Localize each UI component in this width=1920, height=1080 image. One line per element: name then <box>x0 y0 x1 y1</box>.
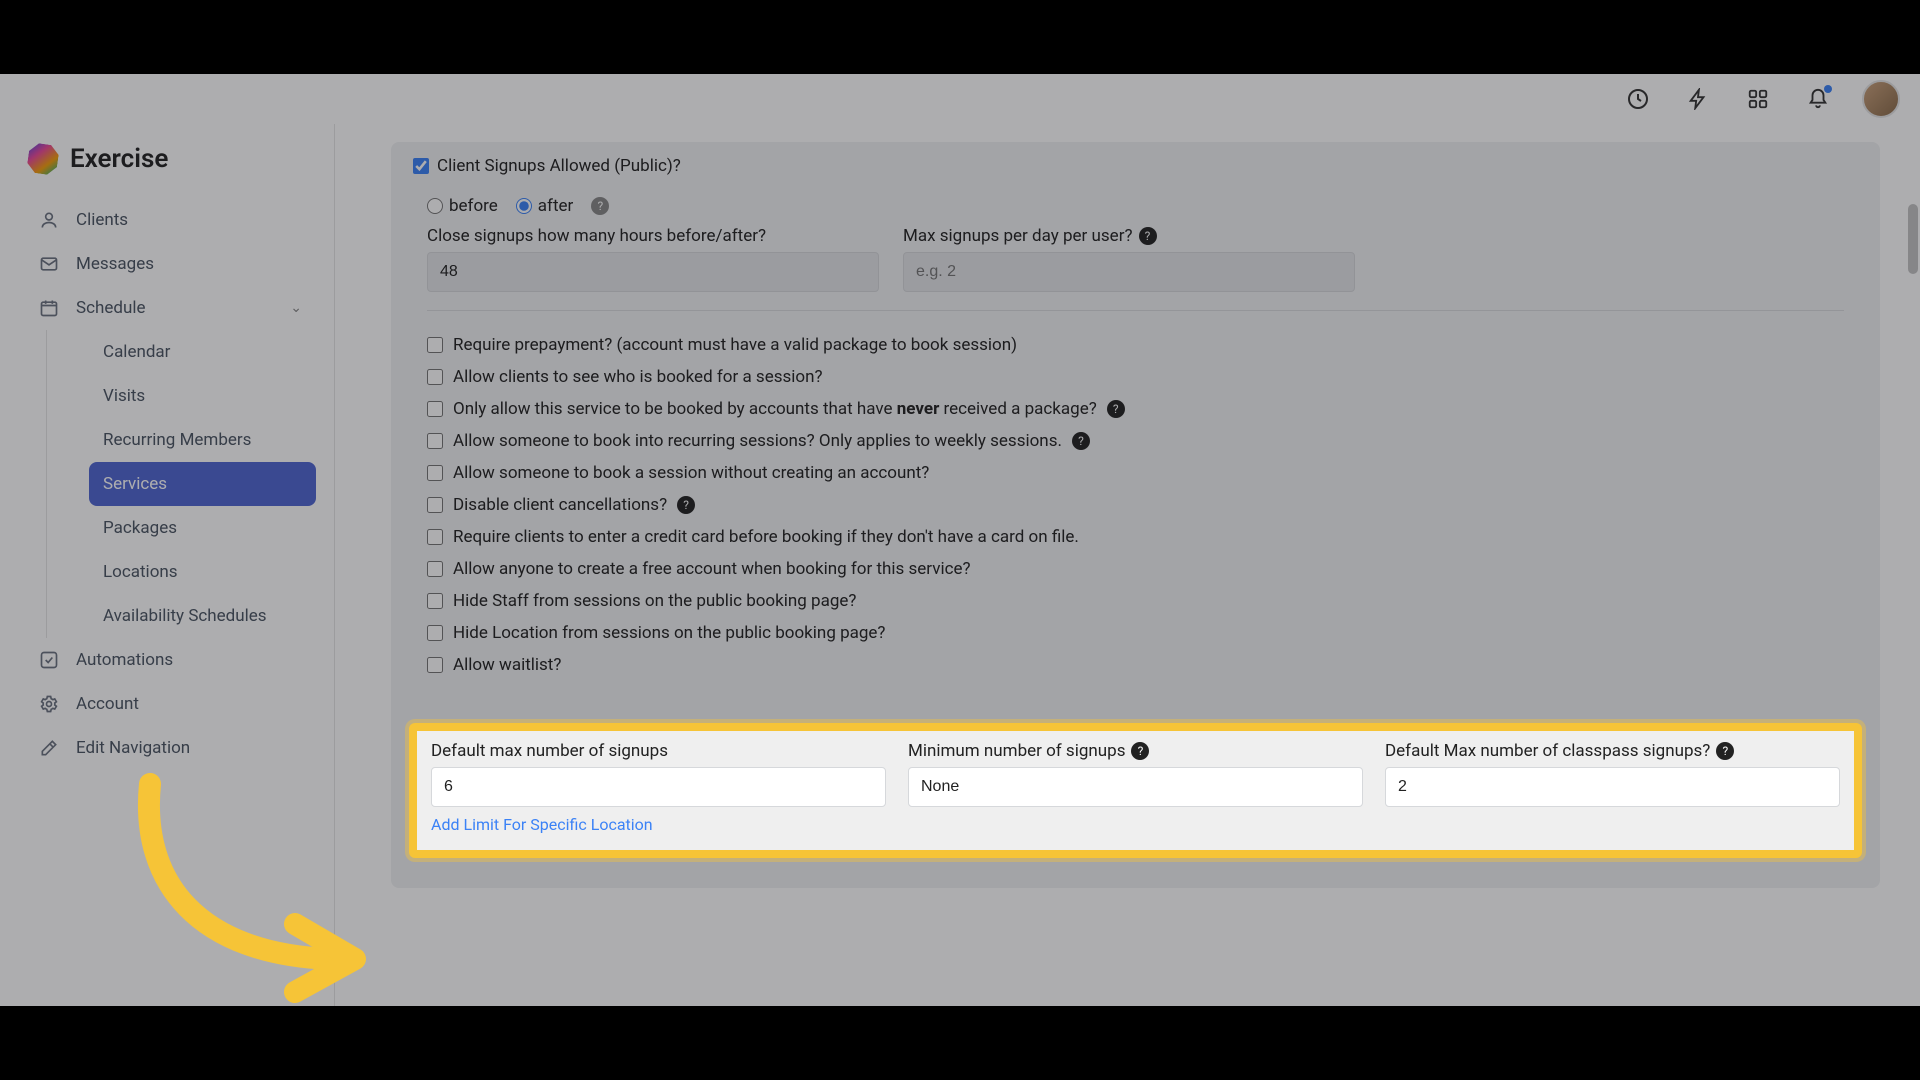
checkbox-label: Allow anyone to create a free account wh… <box>453 559 971 579</box>
sidebar-item-label: Recurring Members <box>103 430 251 450</box>
help-icon[interactable]: ? <box>1131 742 1149 760</box>
edit-icon <box>38 737 60 759</box>
sidebar-item-label: Edit Navigation <box>76 738 190 758</box>
after-label: after <box>538 196 574 216</box>
calendar-icon <box>38 297 60 319</box>
checkbox-label: Allow someone to book a session without … <box>453 463 929 483</box>
sidebar-item-label: Account <box>76 694 139 714</box>
max-per-day-input[interactable] <box>903 252 1355 292</box>
notification-dot <box>1824 85 1832 93</box>
bell-icon[interactable] <box>1802 83 1834 115</box>
sidebar-item-messages[interactable]: Messages <box>24 242 316 286</box>
after-radio[interactable] <box>516 198 532 214</box>
checkbox-label: Disable client cancellations? <box>453 495 667 515</box>
brand-logo-icon <box>26 142 60 176</box>
sidebar-item-recurring-members[interactable]: Recurring Members <box>89 418 316 462</box>
free-account-checkbox[interactable] <box>427 561 443 577</box>
close-hours-input[interactable] <box>427 252 879 292</box>
mail-icon <box>38 253 60 275</box>
allow-waitlist-checkbox[interactable] <box>427 657 443 673</box>
gear-icon <box>38 693 60 715</box>
default-max-label: Default max number of signups <box>431 741 886 761</box>
client-signups-checkbox[interactable] <box>413 158 429 174</box>
brand-name: Exercise <box>70 144 168 174</box>
sidebar-item-label: Packages <box>103 518 177 538</box>
sidebar-item-label: Locations <box>103 562 178 582</box>
see-who-booked-checkbox[interactable] <box>427 369 443 385</box>
check-square-icon <box>38 649 60 671</box>
disable-cancellations-checkbox[interactable] <box>427 497 443 513</box>
sidebar-item-calendar[interactable]: Calendar <box>89 330 316 374</box>
client-signups-label: Client Signups Allowed (Public)? <box>437 156 681 176</box>
sidebar-item-label: Clients <box>76 210 128 230</box>
help-icon[interactable]: ? <box>1072 432 1090 450</box>
checkbox-label: Allow someone to book into recurring ses… <box>453 431 1062 451</box>
help-icon[interactable]: ? <box>1139 227 1157 245</box>
checkbox-label: Only allow this service to be booked by … <box>453 399 1097 419</box>
signup-limits-highlight: Default max number of signups Minimum nu… <box>409 723 1862 858</box>
require-credit-card-checkbox[interactable] <box>427 529 443 545</box>
sidebar-item-locations[interactable]: Locations <box>89 550 316 594</box>
person-icon <box>38 209 60 231</box>
max-per-day-label: Max signups per day per user? <box>903 226 1133 246</box>
clock-icon[interactable] <box>1622 83 1654 115</box>
chevron-down-icon: ⌄ <box>290 300 302 316</box>
brand: Exercise <box>24 134 316 198</box>
min-signups-label: Minimum number of signups <box>908 741 1125 761</box>
before-label: before <box>449 196 498 216</box>
settings-panel: Client Signups Allowed (Public)? before … <box>391 142 1880 888</box>
sidebar-item-visits[interactable]: Visits <box>89 374 316 418</box>
scrollbar-thumb[interactable] <box>1908 204 1918 274</box>
hide-location-checkbox[interactable] <box>427 625 443 641</box>
classpass-max-label: Default Max number of classpass signups? <box>1385 741 1710 761</box>
help-icon[interactable]: ? <box>1716 742 1734 760</box>
sidebar-item-automations[interactable]: Automations <box>24 638 316 682</box>
bolt-icon[interactable] <box>1682 83 1714 115</box>
help-icon[interactable]: ? <box>591 197 609 215</box>
sidebar: Exercise Clients Messages Schedule ⌄ <box>0 124 335 1006</box>
before-radio[interactable] <box>427 198 443 214</box>
checkbox-label: Require prepayment? (account must have a… <box>453 335 1017 355</box>
sidebar-item-label: Schedule <box>76 298 145 318</box>
classpass-max-input[interactable] <box>1385 767 1840 807</box>
sidebar-item-label: Calendar <box>103 342 170 362</box>
apps-grid-icon[interactable] <box>1742 83 1774 115</box>
default-max-input[interactable] <box>431 767 886 807</box>
book-without-account-checkbox[interactable] <box>427 465 443 481</box>
checkbox-label: Hide Location from sessions on the publi… <box>453 623 885 643</box>
sidebar-item-label: Automations <box>76 650 173 670</box>
help-icon[interactable]: ? <box>1107 400 1125 418</box>
sidebar-item-clients[interactable]: Clients <box>24 198 316 242</box>
sidebar-item-services[interactable]: Services <box>89 462 316 506</box>
hide-staff-checkbox[interactable] <box>427 593 443 609</box>
close-hours-label: Close signups how many hours before/afte… <box>427 226 879 246</box>
main-content: Client Signups Allowed (Public)? before … <box>335 124 1920 1006</box>
checkbox-label: Require clients to enter a credit card b… <box>453 527 1079 547</box>
sidebar-item-label: Services <box>103 474 167 494</box>
checkbox-label: Allow waitlist? <box>453 655 561 675</box>
recurring-sessions-checkbox[interactable] <box>427 433 443 449</box>
never-received-package-checkbox[interactable] <box>427 401 443 417</box>
require-prepayment-checkbox[interactable] <box>427 337 443 353</box>
min-signups-input[interactable] <box>908 767 1363 807</box>
avatar[interactable] <box>1862 80 1900 118</box>
sidebar-item-label: Availability Schedules <box>103 606 267 626</box>
sidebar-item-label: Messages <box>76 254 154 274</box>
sidebar-item-schedule[interactable]: Schedule ⌄ <box>24 286 316 330</box>
sidebar-item-account[interactable]: Account <box>24 682 316 726</box>
checkbox-label: Hide Staff from sessions on the public b… <box>453 591 856 611</box>
sidebar-item-edit-navigation[interactable]: Edit Navigation <box>24 726 316 770</box>
sidebar-item-availability-schedules[interactable]: Availability Schedules <box>89 594 316 638</box>
sidebar-item-label: Visits <box>103 386 145 406</box>
help-icon[interactable]: ? <box>677 496 695 514</box>
add-limit-link[interactable]: Add Limit For Specific Location <box>431 807 1840 834</box>
checkbox-label: Allow clients to see who is booked for a… <box>453 367 823 387</box>
sidebar-item-packages[interactable]: Packages <box>89 506 316 550</box>
